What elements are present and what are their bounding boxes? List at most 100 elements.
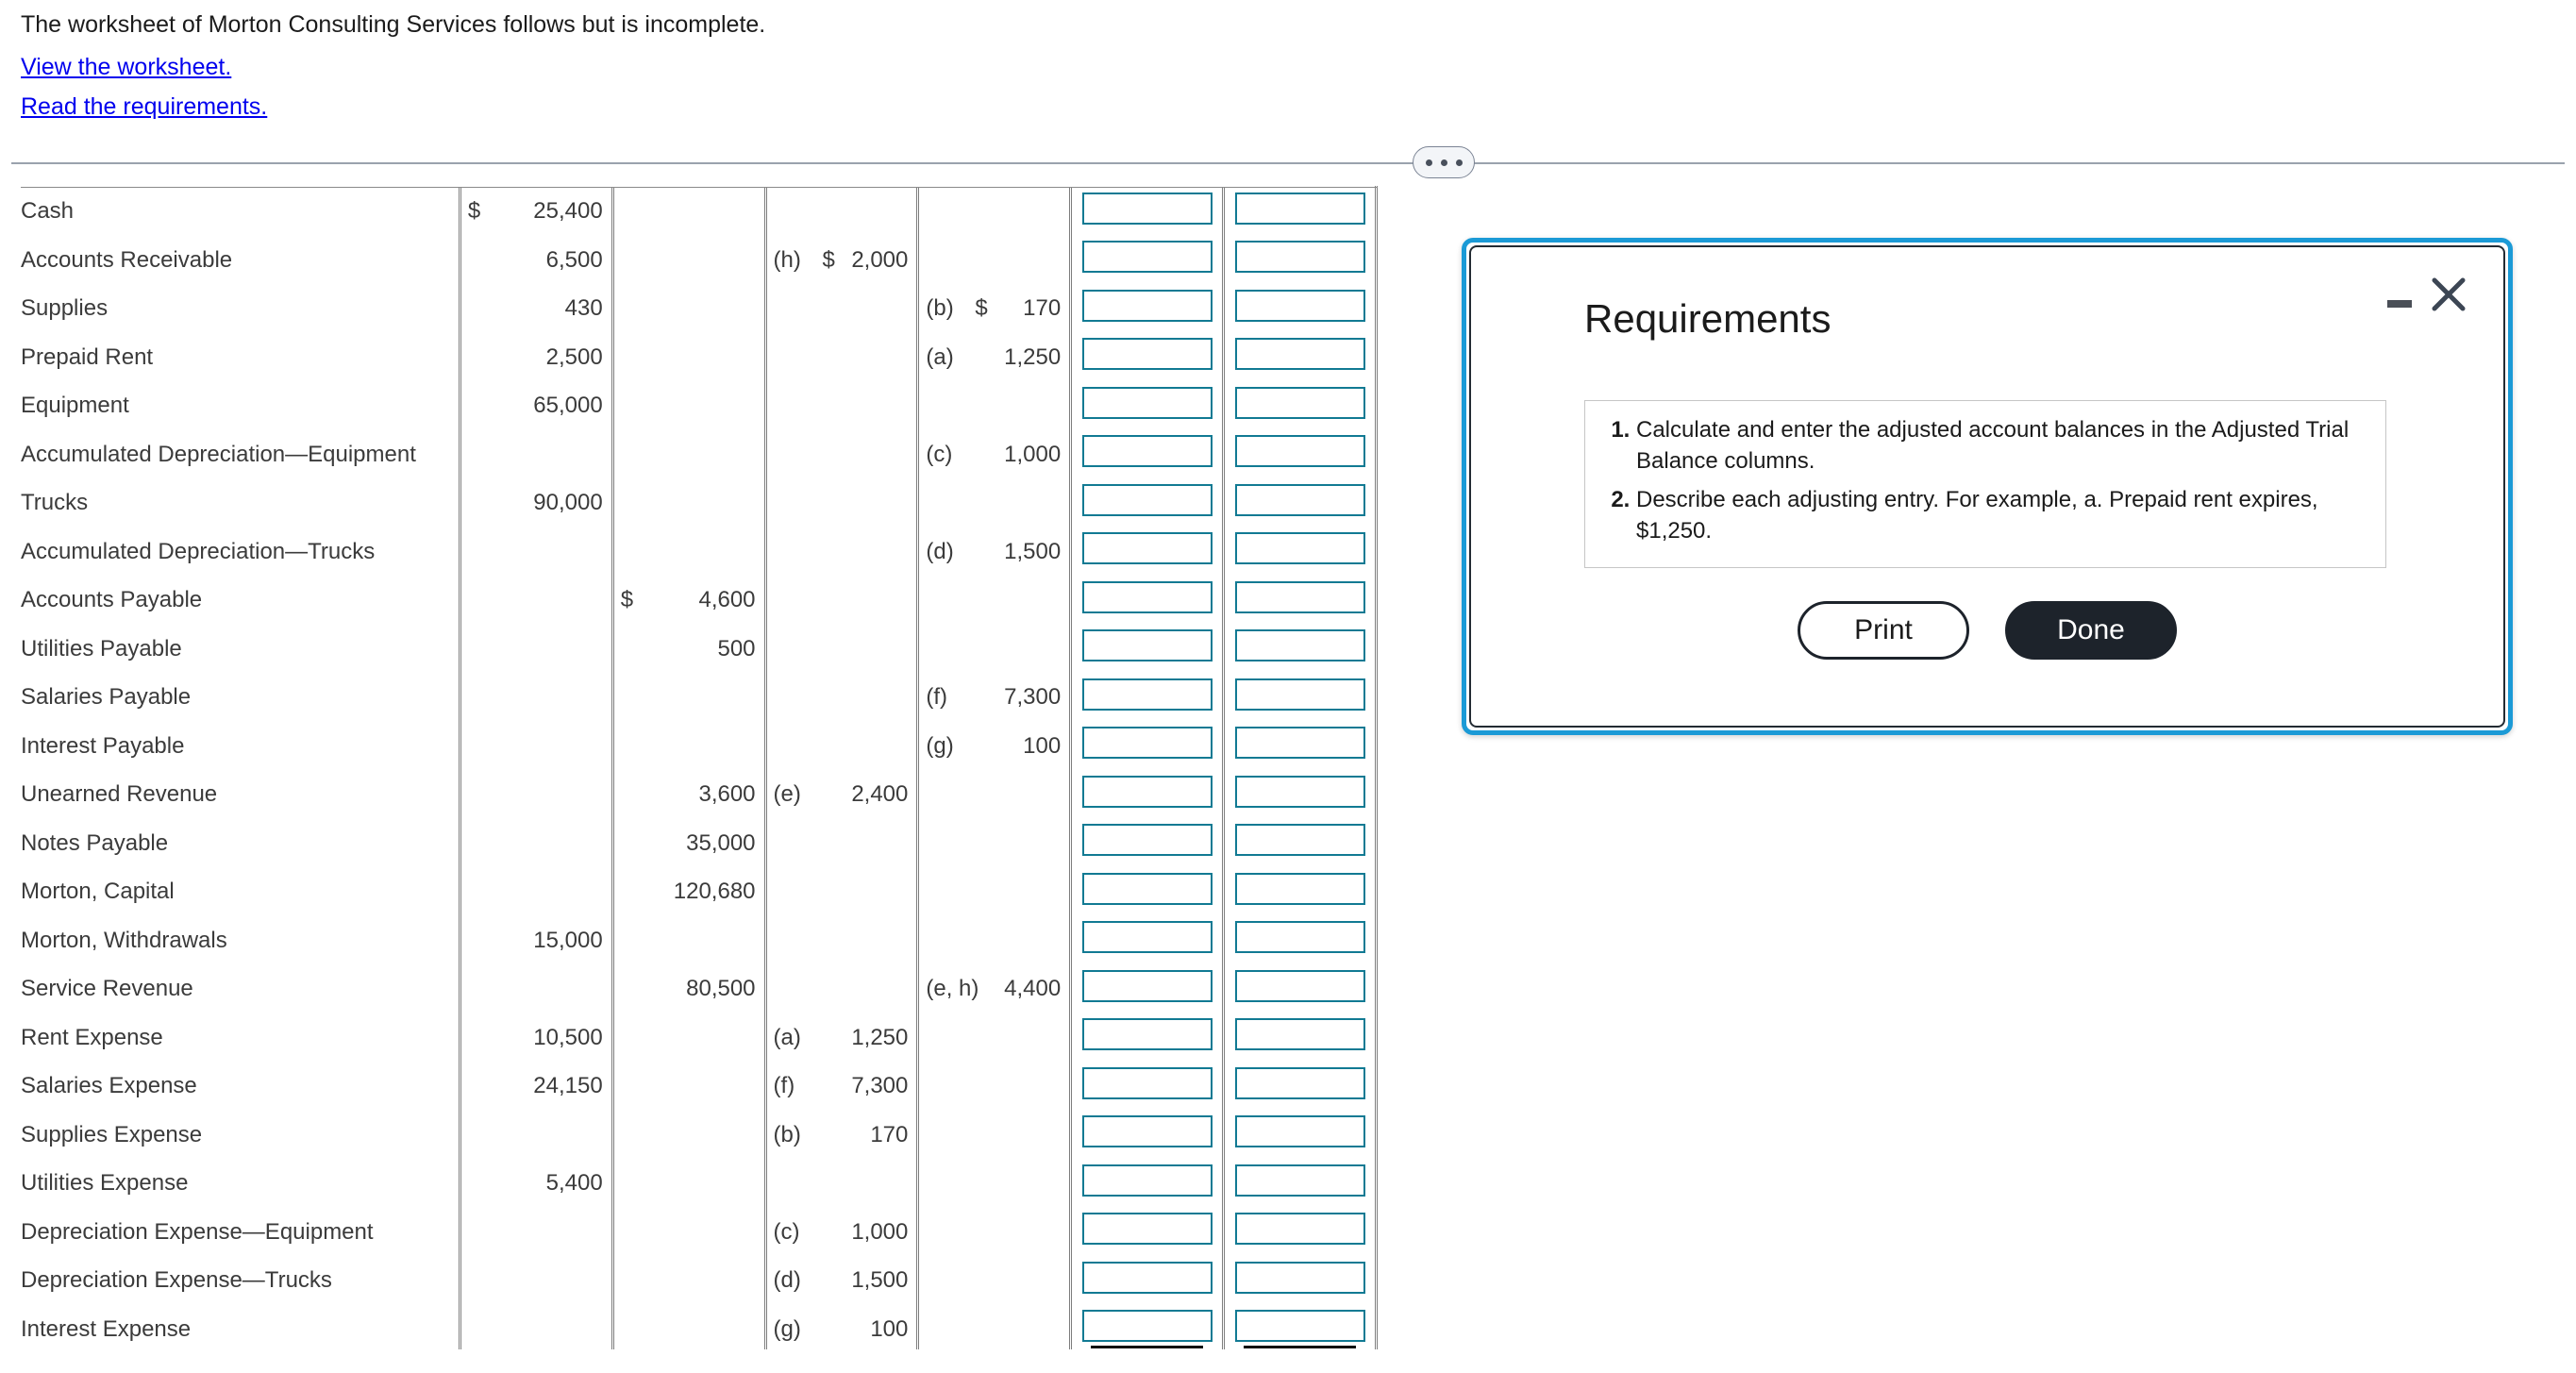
atb-debit-input[interactable]	[1081, 1018, 1213, 1050]
atb-credit-input[interactable]	[1234, 241, 1365, 273]
dialog-button-row: Print Done	[1471, 601, 2503, 660]
atb-debit-input[interactable]	[1081, 1310, 1213, 1342]
atb-debit-input[interactable]	[1081, 727, 1213, 759]
atb-credit-input[interactable]	[1234, 921, 1365, 953]
adjustment-ref: (e)	[773, 781, 801, 808]
worksheet-cell: (c) 1,000	[916, 430, 1071, 479]
atb-credit-input[interactable]	[1234, 1213, 1365, 1245]
dot-icon	[1425, 159, 1432, 166]
worksheet-cell: 2,500	[458, 333, 613, 382]
atb-credit-input[interactable]	[1234, 483, 1365, 516]
atb-credit-input[interactable]	[1234, 580, 1365, 613]
atb-credit-input[interactable]	[1234, 1018, 1365, 1050]
worksheet-cell	[1222, 867, 1378, 916]
atb-credit-input[interactable]	[1234, 824, 1365, 856]
dollar-sign: $	[822, 246, 835, 273]
worksheet-cell	[611, 722, 766, 771]
worksheet-cell	[1069, 722, 1224, 771]
table-row: Unearned Revenue 3,600 (e) 2,400	[21, 770, 1378, 819]
atb-debit-input[interactable]	[1081, 1115, 1213, 1147]
account-name-cell: Supplies Expense	[21, 1121, 203, 1147]
atb-credit-input[interactable]	[1234, 532, 1365, 564]
atb-debit-input[interactable]	[1081, 532, 1213, 564]
atb-credit-input[interactable]	[1234, 1261, 1365, 1294]
worksheet-cell	[1069, 527, 1224, 577]
atb-debit-input[interactable]	[1081, 289, 1213, 322]
atb-debit-input[interactable]	[1081, 1213, 1213, 1245]
read-requirements-link[interactable]: Read the requirements.	[21, 93, 267, 121]
worksheet-cell: 24,150	[458, 1062, 613, 1111]
adjustment-ref: (f)	[926, 684, 948, 711]
worksheet-table: Account Names Debit Credit Debit Credit …	[21, 186, 1378, 1349]
amount-value: 24,150	[533, 1073, 603, 1099]
worksheet-cell	[458, 673, 613, 722]
atb-credit-input[interactable]	[1234, 1115, 1365, 1147]
worksheet-cell	[1069, 1208, 1224, 1257]
worksheet-cell	[1222, 673, 1378, 722]
worksheet-cell	[916, 916, 1071, 965]
amount-value: 100	[1023, 732, 1062, 759]
atb-credit-input[interactable]	[1234, 192, 1365, 225]
worksheet-cell	[611, 527, 766, 577]
atb-debit-input[interactable]	[1081, 580, 1213, 613]
adjustment-ref: (c)	[773, 1218, 800, 1245]
atb-credit-input[interactable]	[1234, 872, 1365, 905]
done-button[interactable]: Done	[2005, 601, 2177, 660]
panel-splitter	[11, 162, 2565, 164]
amount-value: 4,400	[1004, 976, 1062, 1002]
atb-credit-input[interactable]	[1234, 969, 1365, 1002]
atb-debit-input[interactable]	[1081, 921, 1213, 953]
atb-debit-input[interactable]	[1081, 872, 1213, 905]
atb-debit-input[interactable]	[1081, 192, 1213, 225]
worksheet-cell: 3,600	[611, 770, 766, 819]
atb-debit-input[interactable]	[1081, 483, 1213, 516]
atb-credit-input[interactable]	[1234, 289, 1365, 322]
atb-debit-input[interactable]	[1081, 241, 1213, 273]
atb-debit-input[interactable]	[1081, 1164, 1213, 1197]
atb-credit-input[interactable]	[1234, 1066, 1365, 1099]
atb-credit-input[interactable]	[1234, 678, 1365, 711]
atb-debit-input[interactable]	[1081, 435, 1213, 467]
worksheet-cell	[458, 625, 613, 674]
worksheet-cell	[1069, 1111, 1224, 1160]
amount-value: 1,250	[1004, 343, 1062, 370]
splitter-handle-button[interactable]	[1413, 146, 1475, 178]
worksheet-cell	[916, 478, 1071, 527]
atb-debit-input[interactable]	[1081, 386, 1213, 419]
worksheet-cell	[1069, 430, 1224, 479]
table-row: Rent Expense 10,500 (a) 1,250	[21, 1013, 1378, 1063]
atb-credit-input[interactable]	[1234, 775, 1365, 808]
worksheet-cell: $25,400	[458, 186, 613, 236]
dollar-sign: $	[467, 198, 481, 225]
worksheet-cell: (a) 1,250	[916, 333, 1071, 382]
worksheet-panel[interactable]: Account Names Debit Credit Debit Credit …	[21, 186, 1378, 1349]
worksheet-cell	[1222, 1305, 1378, 1349]
worksheet-cell	[611, 381, 766, 430]
view-worksheet-link[interactable]: View the worksheet.	[21, 54, 231, 81]
atb-debit-input[interactable]	[1081, 969, 1213, 1002]
atb-credit-input[interactable]	[1234, 338, 1365, 370]
adjustment-ref: (a)	[926, 343, 954, 370]
close-icon[interactable]	[2428, 274, 2469, 315]
atb-credit-input[interactable]	[1234, 1310, 1365, 1342]
worksheet-cell	[1222, 770, 1378, 819]
atb-debit-input[interactable]	[1081, 824, 1213, 856]
atb-debit-input[interactable]	[1081, 1261, 1213, 1294]
atb-debit-input[interactable]	[1081, 629, 1213, 661]
atb-debit-input[interactable]	[1081, 678, 1213, 711]
prompt-intro-text: The worksheet of Morton Consulting Servi…	[21, 11, 766, 38]
worksheet-cell: 35,000	[611, 819, 766, 868]
atb-credit-input[interactable]	[1234, 727, 1365, 759]
atb-debit-input[interactable]	[1081, 775, 1213, 808]
atb-credit-input[interactable]	[1234, 629, 1365, 661]
atb-debit-input[interactable]	[1081, 338, 1213, 370]
minimize-icon[interactable]	[2385, 287, 2414, 315]
table-row: Prepaid Rent 2,500 (a) 1,250	[21, 333, 1378, 382]
print-button[interactable]: Print	[1798, 601, 1969, 660]
worksheet-cell: (d) 1,500	[916, 527, 1071, 577]
atb-credit-input[interactable]	[1234, 1164, 1365, 1197]
atb-credit-input[interactable]	[1234, 435, 1365, 467]
atb-debit-input[interactable]	[1081, 1066, 1213, 1099]
atb-credit-input[interactable]	[1234, 386, 1365, 419]
worksheet-cell: 430	[458, 284, 613, 333]
